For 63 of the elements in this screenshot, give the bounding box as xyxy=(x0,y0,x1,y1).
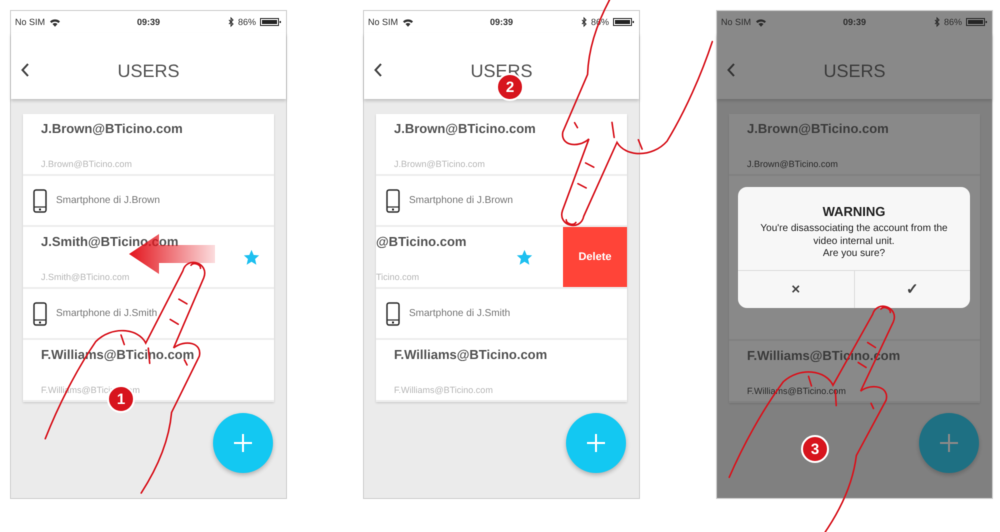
device-row[interactable]: Smartphone di J.Smith xyxy=(23,289,274,340)
user-email-subtitle: J.Brown@BTicino.com xyxy=(394,159,486,169)
screen-title: USERS xyxy=(822,60,886,82)
bluetooth-icon xyxy=(934,17,940,27)
battery-icon xyxy=(260,17,282,27)
carrier-label: No SIM xyxy=(721,17,752,27)
wifi-icon xyxy=(402,18,414,26)
user-email-subtitle: J.Brown@BTicino.com xyxy=(41,159,133,169)
plus-icon xyxy=(233,433,253,453)
carrier-label: No SIM xyxy=(15,17,46,27)
user-row[interactable]: J.Brown@BTicino.com J.Brown@BTicino.com xyxy=(23,114,274,176)
battery-percent: 86% xyxy=(238,17,256,27)
dialog-question: Are you sure? xyxy=(822,248,886,261)
user-email-subtitle: Ticino.com xyxy=(376,272,420,282)
user-row[interactable]: J.Brown@BTicino.com J.Brown@BTicino.com xyxy=(376,114,627,176)
step-badge: 3 xyxy=(801,435,829,463)
star-icon[interactable] xyxy=(516,249,533,266)
plus-icon xyxy=(939,433,959,453)
plus-icon xyxy=(586,433,606,453)
user-email: J.Brown@BTicino.com xyxy=(394,121,537,136)
device-row[interactable]: Smartphone di J.Brown xyxy=(23,176,274,227)
smartphone-icon xyxy=(33,302,47,326)
user-row[interactable]: J.Brown@BTicino.com J.Brown@BTicino.com xyxy=(729,114,980,176)
star-icon[interactable] xyxy=(243,249,260,266)
user-email: J.Brown@BTicino.com xyxy=(41,121,184,136)
battery-icon xyxy=(613,17,635,27)
dialog-title: WARNING xyxy=(822,203,886,219)
user-row[interactable]: F.Williams@BTicino.com F.Williams@BTicino.com xyxy=(376,340,627,402)
user-email-subtitle: J.Brown@BTicino.com xyxy=(747,159,839,169)
device-row[interactable]: Smartphone di J.Brown xyxy=(376,176,627,227)
user-email-subtitle: F.Williams@BTicino.com xyxy=(394,385,494,395)
user-email: J.Brown@BTicino.com xyxy=(747,121,890,136)
bluetooth-icon xyxy=(580,17,587,27)
wifi-icon xyxy=(49,18,62,26)
wifi-icon xyxy=(755,18,768,26)
confirm-button[interactable]: ✓ xyxy=(854,270,970,308)
back-icon[interactable] xyxy=(21,63,29,77)
smartphone-icon xyxy=(33,188,47,212)
bluetooth-icon xyxy=(228,17,234,27)
screen-title: USERS xyxy=(116,60,180,82)
carrier-label: No SIM xyxy=(368,17,398,27)
smartphone-icon xyxy=(386,302,400,326)
clock-time: 09:39 xyxy=(136,17,160,27)
device-name: Smartphone di J.Smith xyxy=(56,308,158,319)
device-name: Smartphone di J.Brown xyxy=(56,195,160,206)
dialog-message: You're disassociating the account from the video internal unit. xyxy=(759,222,949,248)
device-row[interactable]: Smartphone di J.Smith xyxy=(376,289,627,340)
user-row[interactable]: @BTicino.com Ticino.com Delete xyxy=(376,227,627,289)
device-name: Smartphone di J.Brown xyxy=(409,195,513,206)
device-name: Smartphone di J.Smith xyxy=(409,308,510,319)
clock-time: 09:39 xyxy=(842,17,866,27)
clock-time: 09:39 xyxy=(490,17,514,27)
back-icon[interactable] xyxy=(374,63,382,77)
user-email: @BTicino.com xyxy=(376,234,468,249)
cancel-button[interactable]: × xyxy=(738,270,854,308)
add-button[interactable] xyxy=(213,413,273,473)
add-button[interactable] xyxy=(919,413,979,473)
user-email-subtitle: J.Smith@BTicino.com xyxy=(41,272,130,282)
smartphone-icon xyxy=(386,188,400,212)
add-button[interactable] xyxy=(566,413,626,473)
battery-icon xyxy=(966,17,988,27)
user-email: F.Williams@BTicino.com xyxy=(394,347,548,362)
battery-percent: 86% xyxy=(944,17,962,27)
